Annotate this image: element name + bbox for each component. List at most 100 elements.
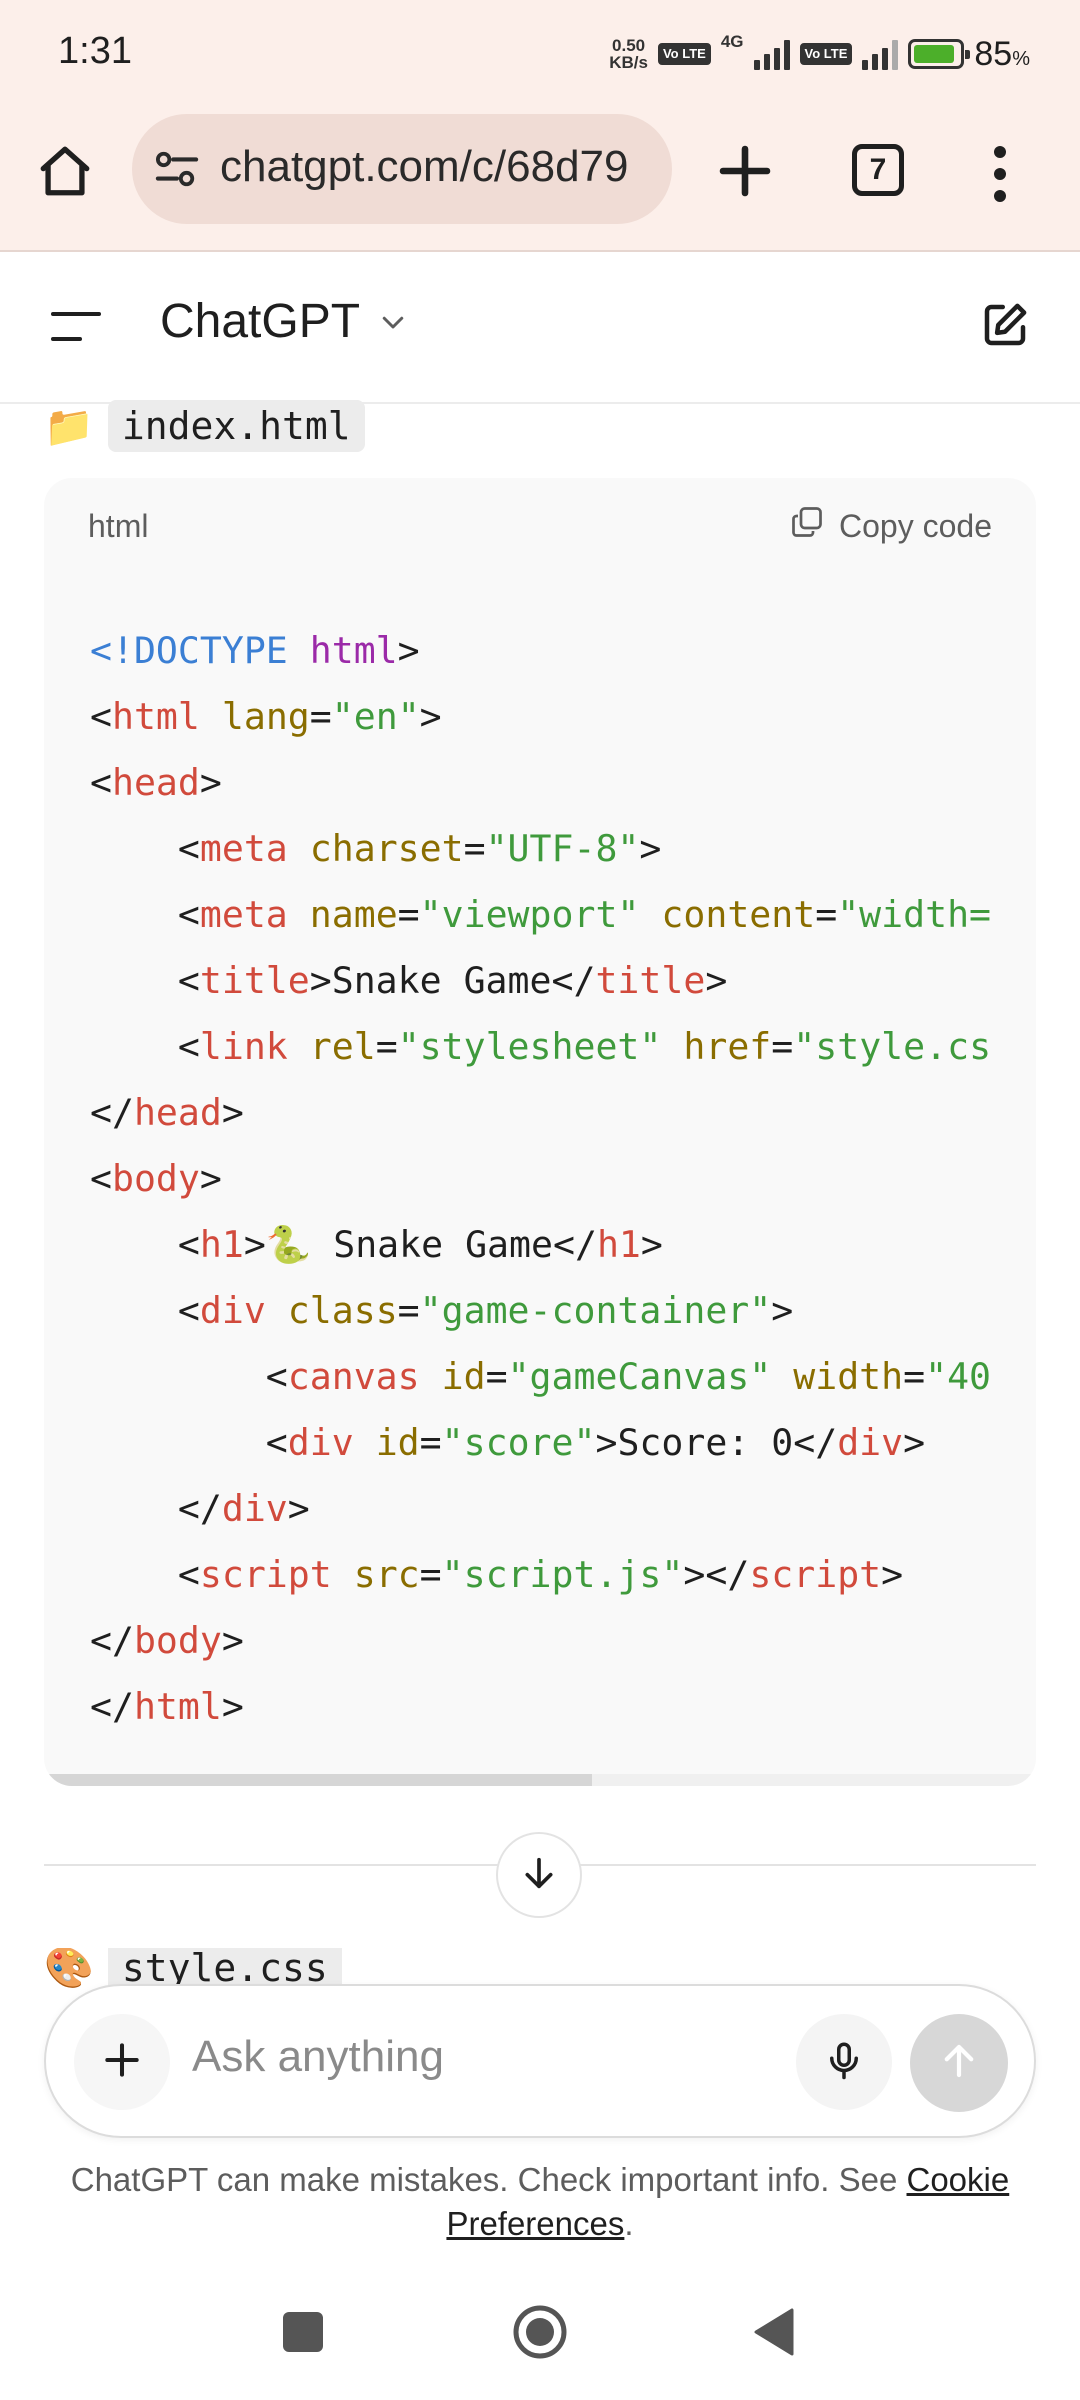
- home-button[interactable]: [512, 2304, 568, 2360]
- app-header: ChatGPT: [0, 252, 1080, 404]
- tabs-icon[interactable]: 7: [852, 144, 904, 196]
- code-token: =: [397, 1289, 420, 1332]
- message-input[interactable]: Ask anything: [192, 2032, 444, 2082]
- code-line: <body>: [90, 1146, 991, 1212]
- code-token: div: [221, 1487, 288, 1530]
- sidebar-menu-icon[interactable]: [50, 306, 102, 348]
- composer: Ask anything: [44, 1984, 1036, 2138]
- code-token: >: [705, 959, 728, 1002]
- code-token: >: [881, 1553, 904, 1596]
- code-token: <: [90, 1025, 200, 1068]
- code-token: html: [309, 629, 398, 672]
- code-line: <div id="score">Score: 0</div>: [90, 1410, 991, 1476]
- code-content: <!DOCTYPE html> <html lang="en"> <head> <m…: [90, 618, 991, 1740]
- code-token: <: [90, 695, 112, 738]
- new-chat-icon[interactable]: [978, 298, 1032, 352]
- code-token: =: [903, 1355, 926, 1398]
- code-token: </: [90, 1487, 222, 1530]
- code-token: canvas: [287, 1355, 420, 1398]
- browser-toolbar: chatgpt.com/c/68d79 7: [0, 110, 1080, 252]
- code-block: html Copy code <!DOCTYPE html> <html lang…: [44, 478, 1036, 1786]
- file-name: index.html: [107, 400, 365, 452]
- arrow-down-icon: [519, 1853, 559, 1898]
- battery-level: 85%: [974, 34, 1030, 73]
- url-bar[interactable]: chatgpt.com/c/68d79: [132, 114, 672, 224]
- back-button[interactable]: [752, 2306, 796, 2358]
- disclaimer: ChatGPT can make mistakes. Check importa…: [70, 2161, 1010, 2242]
- palette-icon: 🎨: [44, 1948, 94, 1988]
- file-heading-2: 🎨 style.css: [44, 1948, 342, 1988]
- code-token: "score": [441, 1421, 596, 1464]
- code-token: id: [441, 1355, 486, 1398]
- send-button[interactable]: [910, 2014, 1008, 2112]
- code-token: </: [90, 1685, 134, 1728]
- code-token: content: [661, 893, 816, 936]
- code-language: html: [88, 508, 149, 544]
- code-token: body: [111, 1157, 200, 1200]
- code-token: h1: [596, 1223, 641, 1266]
- code-token: >Snake Game</: [309, 959, 596, 1002]
- code-token: "40: [925, 1355, 992, 1398]
- code-token: <: [90, 893, 200, 936]
- code-token: <!DOCTYPE: [90, 629, 310, 672]
- code-scrollbar-thumb[interactable]: [44, 1774, 592, 1786]
- add-attachment-button[interactable]: [74, 2014, 170, 2110]
- code-token: title: [199, 959, 310, 1002]
- code-token: "viewport": [419, 893, 640, 936]
- code-token: <: [90, 1355, 288, 1398]
- code-token: src: [353, 1553, 420, 1596]
- code-token: "script.js": [441, 1553, 684, 1596]
- code-token: >: [221, 1091, 244, 1134]
- code-token: script: [749, 1553, 882, 1596]
- code-token: "UTF-8": [485, 827, 640, 870]
- scroll-to-bottom-button[interactable]: [496, 1832, 582, 1918]
- code-token: class: [287, 1289, 398, 1332]
- code-line: </div>: [90, 1476, 991, 1542]
- recents-button[interactable]: [283, 2312, 323, 2352]
- code-token: =: [375, 1025, 398, 1068]
- code-token: id: [375, 1421, 420, 1464]
- code-token: body: [133, 1619, 222, 1662]
- more-vert-icon[interactable]: [990, 144, 1010, 204]
- site-settings-icon[interactable]: [154, 148, 200, 195]
- code-token: >🐍 Snake Game</: [243, 1223, 597, 1266]
- home-icon[interactable]: [32, 138, 98, 204]
- code-line: <link rel="stylesheet" href="style.cs: [90, 1014, 991, 1080]
- copy-code-button[interactable]: Copy code: [789, 504, 992, 548]
- system-nav-bar: [0, 2280, 1080, 2400]
- code-token: head: [111, 761, 200, 804]
- code-token: ></: [683, 1553, 750, 1596]
- url-text[interactable]: chatgpt.com/c/68d79: [220, 142, 628, 192]
- code-token: html: [133, 1685, 222, 1728]
- code-token: <: [90, 1223, 200, 1266]
- code-token: >: [640, 1223, 663, 1266]
- status-bar: 1:31 0.50 KB/s Vo LTE 4G Vo LTE 85%: [0, 0, 1080, 110]
- volte-icon: Vo LTE: [657, 43, 711, 65]
- code-token: div: [287, 1421, 354, 1464]
- signal-icon: [753, 38, 790, 70]
- code-token: =: [485, 1355, 508, 1398]
- code-line: </head>: [90, 1080, 991, 1146]
- code-token: <: [90, 827, 200, 870]
- model-selector[interactable]: ChatGPT: [160, 294, 408, 349]
- code-token: <: [90, 1553, 200, 1596]
- volte-icon-2: Vo LTE: [799, 43, 853, 65]
- voice-input-button[interactable]: [796, 2014, 892, 2110]
- code-token: meta: [199, 893, 288, 936]
- code-token: <: [90, 761, 112, 804]
- page-title: ChatGPT: [160, 295, 361, 348]
- code-token: >: [221, 1619, 244, 1662]
- plus-icon[interactable]: [712, 138, 778, 204]
- code-line: <h1>🐍 Snake Game</h1>: [90, 1212, 991, 1278]
- code-line: </body>: [90, 1608, 991, 1674]
- code-token: </: [90, 1619, 134, 1662]
- code-token: =: [397, 893, 420, 936]
